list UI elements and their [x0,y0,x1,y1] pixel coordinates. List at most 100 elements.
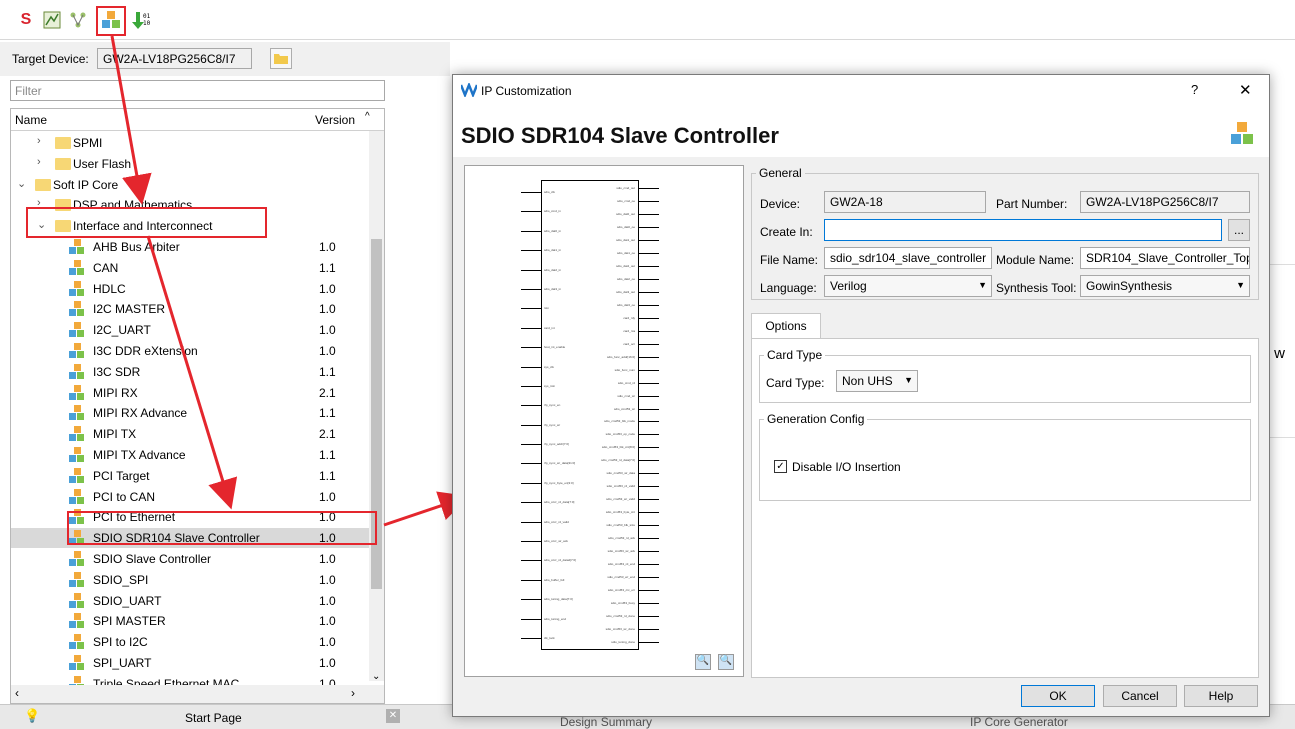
input-pin [521,230,541,232]
main-toolbar: S 01 10 [0,0,1295,40]
ip-cubes-icon [69,301,87,317]
cancel-button[interactable]: Cancel [1103,685,1177,707]
tree-row-name: PCI to CAN [93,489,156,504]
tree-row[interactable]: MIPI TX 2.1 [11,424,369,444]
output-pin-label: sdio_cmd53_wr_end [607,575,635,580]
input-pin [521,347,541,349]
ok-button[interactable]: OK [1021,685,1095,707]
gowin-logo-icon[interactable]: S [16,10,36,30]
input-pin-label: sdio_clk [544,190,555,194]
input-pin [521,463,541,465]
output-pin-label: sdio_dat0_out [616,211,635,216]
tree-row[interactable]: CAN 1.1 [11,258,369,278]
help-button[interactable]: Help [1184,685,1258,707]
zoom-in-icon[interactable]: 🔍 [695,654,711,670]
synthesis-tool-value: GowinSynthesis [1086,279,1173,293]
tree-row[interactable]: SPI MASTER 1.0 [11,611,369,631]
input-pin [521,250,541,252]
browse-device-button[interactable] [270,48,292,69]
tree-vertical-scrollbar[interactable]: ⌄ [369,131,384,682]
output-pin-label: sdio_dat2_out [616,263,635,268]
general-group: General Device: GW2A-18 Part Number: GW2… [751,166,1259,300]
tree-row[interactable]: HDLC 1.0 [11,279,369,299]
create-in-input[interactable] [824,219,1222,241]
output-pin-label: sdio_dat0_oe [616,224,635,229]
tree-row[interactable]: I3C DDR eXtension 1.0 [11,341,369,361]
output-pin-label: card_ocr [623,341,635,346]
file-name-input[interactable]: sdio_sdr104_slave_controller [824,247,992,269]
col-version[interactable]: Version [315,113,355,127]
synthesis-tool-label: Synthesis Tool: [996,281,1077,295]
tree-row-name: I3C SDR [93,364,141,379]
browse-create-in-button[interactable]: ... [1228,219,1250,241]
output-pin [639,304,659,306]
tab-ip-core-generator[interactable]: IP Core Generator [970,715,1068,729]
tree-row[interactable]: SPI to I2C 1.0 [11,632,369,652]
tree-row[interactable]: I3C SDR 1.1 [11,362,369,382]
selected-ip-highlight [67,511,377,545]
input-pin [521,308,541,310]
tree-row[interactable]: I2C MASTER 1.0 [11,299,369,319]
tab-start-page[interactable]: Start Page [185,711,242,725]
language-select[interactable]: Verilog ▼ [824,275,992,297]
tree-row[interactable]: MIPI RX 2.1 [11,383,369,403]
timing-icon[interactable] [42,10,62,30]
tree-row[interactable]: SDIO Slave Controller 1.0 [11,549,369,569]
output-pin [639,343,659,345]
output-pin-label: sdio_func_addr[16:0] [606,354,635,359]
tree-row[interactable]: › User Flash [11,154,369,174]
ip-heading: SDIO SDR104 Slave Controller [461,123,779,148]
expand-closed-icon[interactable]: › [37,156,41,168]
tree-row[interactable]: SPI_UART 1.0 [11,653,369,673]
col-name[interactable]: Name [15,113,47,127]
disable-io-checkbox[interactable]: ✓ [774,460,787,473]
card-type-select[interactable]: Non UHS ▼ [836,370,918,392]
tree-row[interactable]: MIPI TX Advance 1.1 [11,445,369,465]
ip-cubes-icon [69,343,87,359]
input-pin-label: sdio_dat0_in [544,228,562,233]
scroll-down-icon[interactable]: ⌄ [372,671,380,682]
tree-row[interactable]: AHB Bus Arbiter 1.0 [11,237,369,257]
card-type-group: Card Type Card Type: Non UHS ▼ [759,348,1251,403]
tab-options[interactable]: Options [751,313,821,339]
output-pin [639,408,659,410]
ip-cubes-icon [69,363,87,380]
tree-row[interactable]: SDIO_SPI 1.0 [11,570,369,590]
scroll-left-icon[interactable]: ‹ [15,686,19,700]
expand-open-icon[interactable]: ⌄ [17,177,26,190]
ip-core-generator-icon[interactable] [101,10,121,30]
tree-row[interactable]: SDIO_UART 1.0 [11,591,369,611]
close-dialog-button[interactable]: ✕ [1239,81,1252,99]
zoom-out-icon[interactable]: 🔍 [718,654,734,670]
close-tab-icon[interactable]: ✕ [386,709,400,723]
device-field: GW2A-18 [824,191,986,213]
help-question-button[interactable]: ? [1191,82,1198,97]
expand-closed-icon[interactable]: › [37,135,41,147]
tree-row[interactable]: › SPMI [11,133,369,153]
output-pin [639,603,659,605]
input-pin-label: sdio_cccr_rd_data2[7:0] [544,558,577,563]
tree-horizontal-scrollbar[interactable]: ‹ › [11,685,384,703]
chevron-down-icon: ▼ [1236,280,1245,290]
tree-row[interactable]: I2C_UART 1.0 [11,320,369,340]
input-pin-label: clk_lock [544,636,555,640]
language-label: Language: [760,281,817,295]
tab-design-summary[interactable]: Design Summary [560,715,652,729]
ip-cubes-icon [69,280,87,297]
ip-tree: Name Version ^ › SPMI › User Flash ⌄ Soft IP … [10,108,385,704]
output-pin-label: sdio_cmd53_rd_data[7:0] [601,458,635,463]
programmer-icon[interactable]: 01 10 [130,10,150,30]
tree-row[interactable]: PCI Target 1.1 [11,466,369,486]
module-name-input[interactable]: SDR104_Slave_Controller_Top [1080,247,1250,269]
netlist-icon[interactable] [68,10,88,30]
tree-row[interactable]: MIPI RX Advance 1.1 [11,403,369,423]
output-pin-label: sdio_cmd53_wr_ack [607,549,635,554]
tree-row[interactable]: PCI to CAN 1.0 [11,487,369,507]
category-highlight [26,207,267,238]
filter-input[interactable]: Filter [10,80,385,101]
scroll-right-icon[interactable]: › [351,686,355,700]
synthesis-tool-select[interactable]: GowinSynthesis ▼ [1080,275,1250,297]
ip-cubes-icon [69,426,87,442]
output-pin-label: sdio_cmd53_byte_cnt [605,510,635,515]
tree-row[interactable]: ⌄ Soft IP Core [11,175,369,195]
